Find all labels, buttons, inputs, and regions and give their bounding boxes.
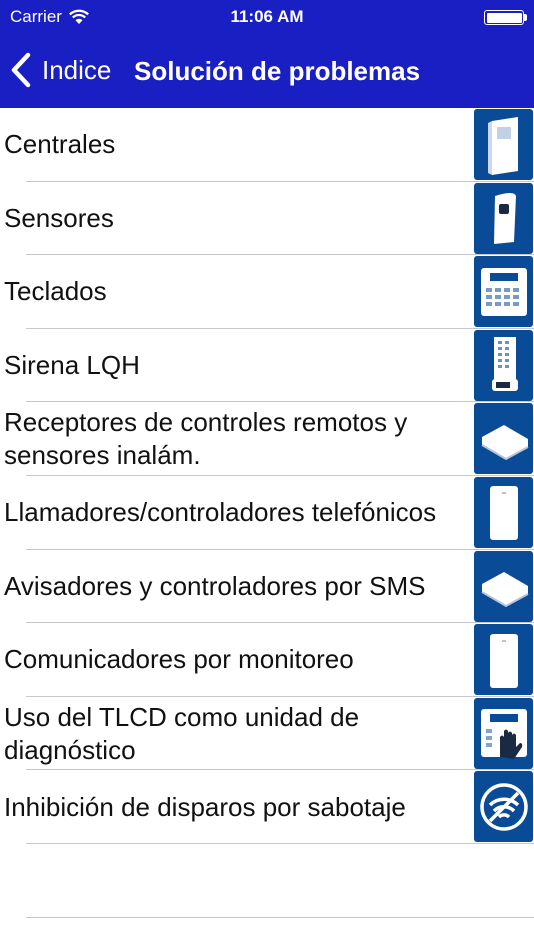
list-item-label: Sirena LQH — [4, 350, 140, 381]
status-time: 11:06 AM — [230, 7, 304, 26]
row-divider — [26, 916, 534, 918]
list-item-teclados[interactable]: Teclados — [0, 255, 534, 329]
status-bar: Carrier 11:06 AM — [0, 0, 534, 34]
sms-device-icon — [474, 550, 533, 622]
list-item-label: Comunicadores por monitoreo — [4, 644, 354, 675]
sensor-icon — [474, 182, 533, 254]
list-item-label: Uso del TLCD como unidad de diagnóstico — [4, 701, 360, 765]
list-item-label: Avisadores y controladores por SMS — [4, 570, 426, 601]
list-item-label: Sensores — [4, 202, 114, 233]
back-button[interactable]: Indice — [10, 52, 111, 88]
back-label: Indice — [42, 54, 112, 85]
keypad-icon — [474, 256, 533, 328]
monitoring-communicator-icon — [474, 624, 533, 696]
keypad-hand-icon — [474, 697, 533, 769]
battery-icon — [484, 10, 524, 25]
siren-icon — [474, 329, 533, 401]
list-item-label: Receptores de controles remotos y sensor… — [4, 407, 408, 471]
list-item-comunicadores[interactable]: Comunicadores por monitoreo — [0, 623, 534, 697]
empty-row — [0, 844, 534, 918]
phone-dialer-icon — [474, 476, 533, 548]
list-item-llamadores[interactable]: Llamadores/controladores telefónicos — [0, 476, 534, 550]
no-wifi-icon — [474, 771, 533, 843]
control-panel-icon — [474, 109, 533, 180]
topic-list: Centrales Sensores Teclados Sirena LQH R… — [0, 108, 534, 918]
list-item-label: Teclados — [4, 276, 107, 307]
list-item-tlcd-diagnostico[interactable]: Uso del TLCD como unidad de diagnóstico — [0, 697, 534, 771]
navigation-bar: Indice Solución de problemas — [0, 34, 534, 108]
list-item-sensores[interactable]: Sensores — [0, 182, 534, 256]
battery-tip — [524, 14, 527, 21]
list-item-inhibicion-sabotaje[interactable]: Inhibición de disparos por sabotaje — [0, 770, 534, 844]
list-item-label: Centrales — [4, 129, 116, 160]
list-item-centrales[interactable]: Centrales — [0, 108, 534, 182]
page-title: Solución de problemas — [134, 56, 421, 86]
wireless-receiver-icon — [474, 403, 533, 475]
list-item-avisadores-sms[interactable]: Avisadores y controladores por SMS — [0, 550, 534, 624]
list-item-receptores[interactable]: Receptores de controles remotos y sensor… — [0, 402, 534, 476]
list-item-label: Llamadores/controladores telefónicos — [4, 497, 437, 528]
chevron-left-icon — [11, 52, 31, 88]
list-item-label: Inhibición de disparos por sabotaje — [4, 791, 406, 822]
list-item-sirena-lqh[interactable]: Sirena LQH — [0, 329, 534, 403]
